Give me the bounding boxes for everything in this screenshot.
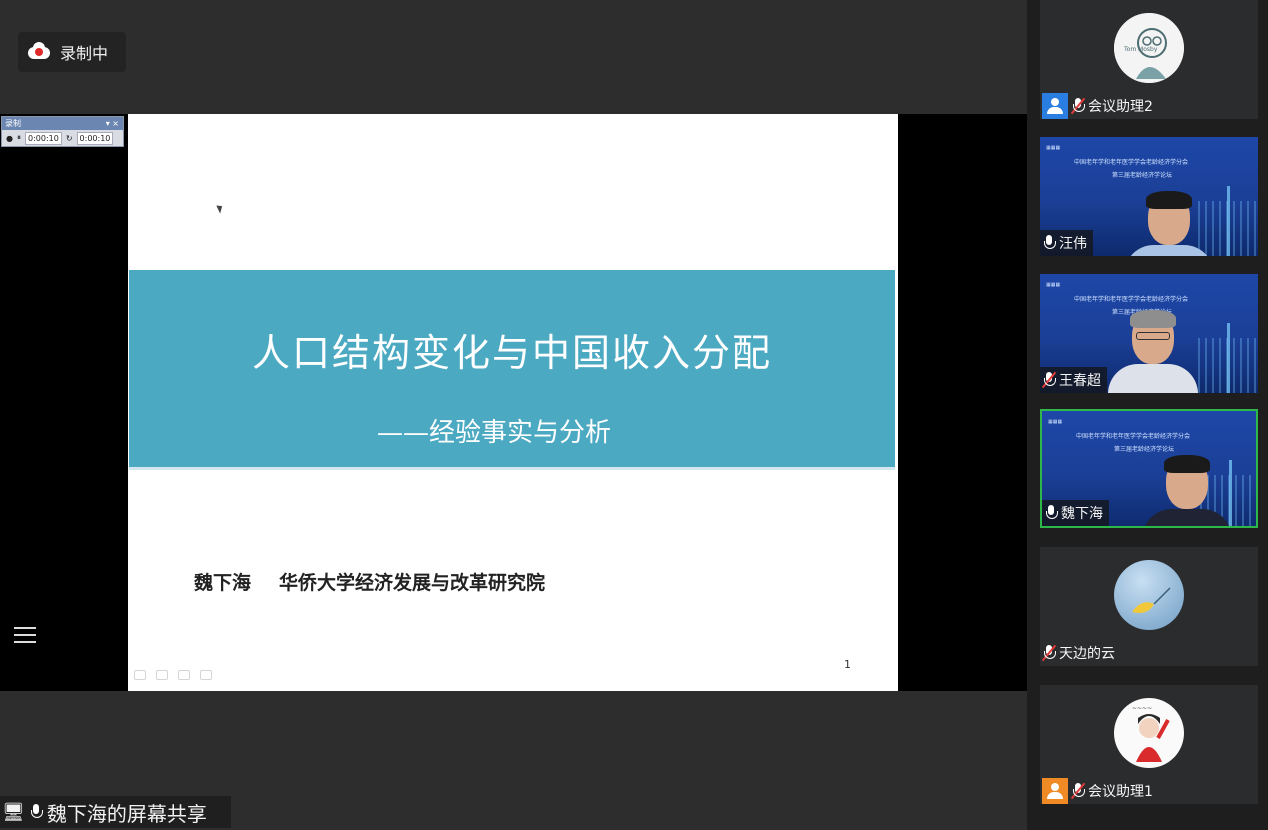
screen-share-icon: 🖥: [2, 801, 25, 823]
microphone-icon[interactable]: [1044, 504, 1058, 522]
slide-subtitle: ——经验事实与分析: [377, 418, 612, 448]
record-dot-icon[interactable]: ●: [6, 134, 13, 143]
participant-tile[interactable]: ~~~~ 会议助理1: [1040, 685, 1258, 804]
participant-name: 天边的云: [1059, 646, 1115, 662]
organizer-logo-icon: ▦▦▦: [1046, 145, 1061, 151]
ginkgo-leaf-icon: [1132, 587, 1171, 613]
participant-sidebar: Tom Mosby 会议助理2 ▦▦▦ 中国老年学和老年医学学会老龄经济学分会 …: [1027, 0, 1268, 830]
participant-nameplate: 魏下海: [1042, 500, 1109, 526]
participant-nameplate: 天边的云: [1040, 640, 1121, 666]
prev-slide-icon[interactable]: [134, 670, 146, 680]
refresh-icon[interactable]: ↻: [66, 134, 73, 143]
video-banner-line2: 第三届老龄经济学论坛: [1112, 172, 1173, 179]
user-badge-icon: [1042, 778, 1068, 804]
organizer-logo-icon: ▦▦▦: [1046, 282, 1061, 288]
recording-indicator[interactable]: 录制中: [18, 32, 126, 72]
participant-name: 魏下海: [1061, 506, 1103, 522]
total-time: 0:00:10: [76, 131, 114, 145]
microphone-muted-icon[interactable]: [1041, 371, 1057, 389]
svg-text:~~~~: ~~~~: [1132, 705, 1152, 712]
microphone-icon[interactable]: [1042, 234, 1056, 252]
video-banner-line2: 第三届老龄经济学论坛: [1114, 446, 1175, 453]
author-affiliation: 华侨大学经济发展与改革研究院: [279, 572, 546, 594]
main-stage: 录制中 录制 ▾ × ● ⏸ 0:00:10 ↻ 0:00:10 人口结构变化与…: [0, 0, 1027, 830]
mini-recorder-widget[interactable]: 录制 ▾ × ● ⏸ 0:00:10 ↻ 0:00:10: [1, 116, 124, 147]
participant-avatar: [1114, 560, 1184, 630]
participant-avatar: ~~~~: [1114, 698, 1184, 768]
slides-grid-icon[interactable]: [178, 670, 190, 680]
participant-tile[interactable]: ▦▦▦ 中国老年学和老年医学学会老龄经济学分会 第三届老龄经济学论坛 汪伟: [1040, 137, 1258, 256]
participant-tile[interactable]: ▦▦▦ 中国老年学和老年医学学会老龄经济学分会 第三届老龄经济学论坛 王春超: [1040, 274, 1258, 393]
author-line: 魏下海 华侨大学经济发展与改革研究院: [194, 568, 545, 595]
participant-name: 会议助理1: [1088, 784, 1153, 800]
participant-nameplate: 会议助理2: [1040, 93, 1159, 119]
video-banner-line1: 中国老年学和老年医学学会老龄经济学分会: [1076, 433, 1191, 440]
presentation-slide: 人口结构变化与中国收入分配 ——经验事实与分析 魏下海 华侨大学经济发展与改革研…: [128, 114, 898, 691]
slide-page-number: 1: [844, 658, 851, 671]
elapsed-time: 0:00:10: [24, 131, 62, 145]
participant-nameplate: 王春超: [1040, 367, 1107, 393]
participant-tile[interactable]: 天边的云: [1040, 547, 1258, 666]
next-slide-icon[interactable]: [200, 670, 212, 680]
screen-share-text: 魏下海的屏幕共享: [46, 801, 207, 826]
participant-avatar: Tom Mosby: [1114, 13, 1184, 83]
participant-name: 会议助理2: [1088, 99, 1153, 115]
user-badge-icon: [1042, 93, 1068, 119]
slide-toolbar: [134, 670, 212, 680]
participant-tile-active[interactable]: ▦▦▦ 中国老年学和老年医学学会老龄经济学分会 第三届老龄经济学论坛 魏下海: [1040, 409, 1258, 528]
microphone-muted-icon[interactable]: [1041, 644, 1057, 662]
slide-title: 人口结构变化与中国收入分配: [251, 331, 772, 375]
participant-nameplate: 汪伟: [1040, 230, 1093, 256]
mouse-cursor-icon: [216, 203, 225, 214]
recording-label: 录制中: [60, 44, 109, 63]
participant-name: 王春超: [1059, 373, 1101, 389]
pen-icon[interactable]: [156, 670, 168, 680]
microphone-muted-icon[interactable]: [1070, 97, 1086, 115]
pause-icon[interactable]: ⏸: [17, 133, 21, 143]
cartoon-avatar-icon: Tom Mosby: [1114, 13, 1184, 83]
participant-tile[interactable]: Tom Mosby 会议助理2: [1040, 0, 1258, 119]
slide-title-banner: 人口结构变化与中国收入分配 ——经验事实与分析: [129, 270, 895, 470]
cartoon-girl-avatar-icon: ~~~~: [1132, 705, 1170, 762]
participant-name: 汪伟: [1059, 236, 1087, 252]
mini-recorder-close-icon[interactable]: ▾ ×: [106, 119, 119, 128]
mini-recorder-title: 录制: [5, 119, 21, 128]
microphone-muted-icon[interactable]: [1070, 782, 1086, 800]
organizer-logo-icon: ▦▦▦: [1048, 419, 1063, 425]
screen-share-label: 🖥 魏下海的屏幕共享: [0, 796, 231, 828]
svg-text:Tom Mosby: Tom Mosby: [1123, 46, 1158, 53]
microphone-icon: [29, 803, 43, 821]
participant-nameplate: 会议助理1: [1040, 778, 1159, 804]
video-banner-line1: 中国老年学和老年医学学会老龄经济学分会: [1074, 159, 1189, 166]
recording-cloud-icon: [28, 42, 50, 61]
list-menu-icon[interactable]: [10, 618, 46, 652]
video-banner-line1: 中国老年学和老年医学学会老龄经济学分会: [1074, 296, 1189, 303]
author-name: 魏下海: [194, 572, 252, 594]
